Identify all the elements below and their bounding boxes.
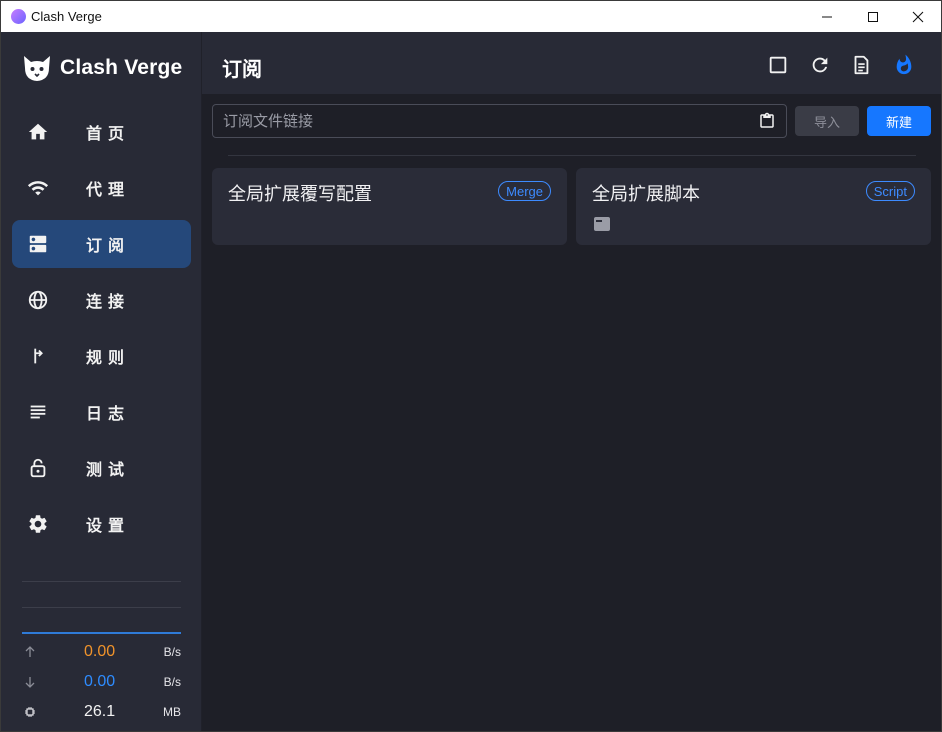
profile-type-badge: Script [865,181,915,201]
clipboard-icon [760,112,774,128]
sidebar-item-connections[interactable]: 连接 [12,276,191,324]
logo-text: Clash Verge [60,56,183,79]
sidebar-divider [22,607,181,608]
sidebar-item-label: 订阅 [86,238,131,255]
sidebar-item-test[interactable]: 测试 [12,444,191,492]
sidebar-item-rules[interactable]: 规则 [12,332,191,380]
profile-toolbar: 导入 新建 [212,104,932,138]
file-text-icon [854,55,869,75]
import-button[interactable]: 导入 [795,106,859,136]
edit-file-button[interactable] [849,53,873,77]
arrow-up-icon [22,646,38,658]
sidebar-divider [22,581,181,582]
memory-chip-icon [22,706,38,718]
profile-card-title: 全局扩展脚本 [592,184,700,204]
page-header: 订阅 [202,32,941,94]
lock-icon [26,456,50,480]
upload-speed: 0.00 B/s [22,642,181,662]
close-icon [912,11,924,22]
minimize-button[interactable] [804,1,850,32]
memory-value: 26.1 [84,703,116,720]
profile-card-title: 全局扩展覆写配置 [228,184,372,204]
app-icon [11,9,26,24]
upload-unit: B/s [163,645,181,659]
sidebar-item-home[interactable]: 首页 [12,108,191,156]
download-unit: B/s [163,675,181,689]
traffic-graph-line [22,632,181,634]
sidebar-item-label: 连接 [86,294,131,311]
page-title: 订阅 [222,59,262,81]
gear-icon [26,512,50,536]
square-icon [769,56,787,74]
paste-button[interactable] [755,109,779,133]
fork-icon [26,344,50,368]
profile-type-badge: Merge [498,181,551,201]
memory-usage: 26.1 MB [22,702,181,722]
download-speed: 0.00 B/s [22,672,181,692]
profile-card-script[interactable]: 全局扩展脚本 Script [576,168,931,245]
sidebar-item-logs[interactable]: 日志 [12,388,191,436]
select-toggle-button[interactable] [766,53,790,77]
sidebar-item-label: 代理 [86,182,131,199]
app-window: Clash Verge Clash Verge 首页 代理 订阅 连接 规则 日… [0,0,942,732]
sidebar: Clash Verge 首页 代理 订阅 连接 规则 日志 测试 设置 0.00… [1,32,202,731]
profile-card-merge[interactable]: 全局扩展覆写配置 Merge [212,168,567,245]
script-file-icon [594,217,610,231]
memory-unit: MB [163,705,181,719]
minimize-icon [822,16,832,17]
title-bar[interactable]: Clash Verge [1,1,941,32]
window-title: Clash Verge [31,9,102,24]
sidebar-item-label: 规则 [86,350,131,367]
fire-icon [896,54,912,75]
main-content: 订阅 导入 新建 全局扩展覆写配置 Merge [202,32,941,731]
maximize-button[interactable] [850,1,896,32]
close-button[interactable] [895,1,941,32]
refresh-icon [812,57,828,73]
content-divider [228,155,916,156]
sidebar-item-label: 测试 [86,462,131,479]
sidebar-item-settings[interactable]: 设置 [12,500,191,548]
sidebar-item-label: 首页 [86,126,131,143]
sidebar-item-proxy[interactable]: 代理 [12,164,191,212]
sidebar-nav: 首页 代理 订阅 连接 规则 日志 测试 设置 [12,108,191,556]
sidebar-item-label: 日志 [86,406,131,423]
cat-logo-icon [24,56,50,81]
sidebar-item-profiles[interactable]: 订阅 [12,220,191,268]
globe-icon [26,288,50,312]
dns-icon [26,232,50,256]
sidebar-item-label: 设置 [86,518,131,535]
maximize-icon [868,11,878,22]
subscription-url-input[interactable] [212,104,787,138]
app-logo: Clash Verge [21,52,182,84]
new-profile-button[interactable]: 新建 [867,106,931,136]
refresh-button[interactable] [808,53,832,77]
list-icon [26,400,50,424]
activate-button[interactable] [892,53,916,77]
wifi-icon [26,176,50,200]
upload-value: 0.00 [84,643,116,660]
home-icon [26,120,50,144]
download-value: 0.00 [84,673,116,690]
arrow-down-icon [22,676,38,688]
